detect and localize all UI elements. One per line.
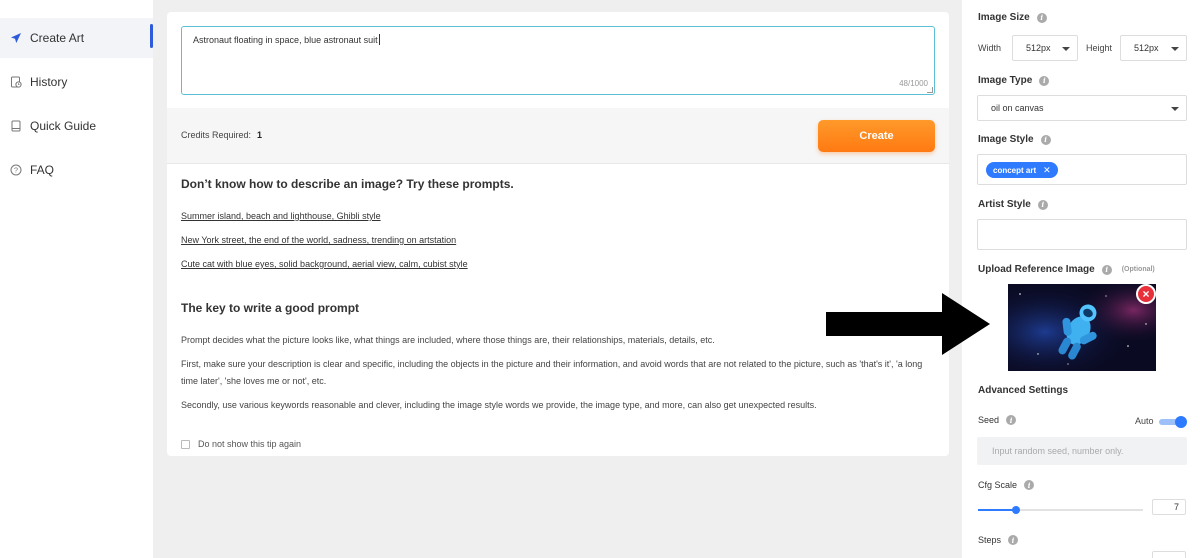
artist-style-field[interactable] [977,219,1187,250]
credits-label: Credits Required: [181,130,252,140]
advanced-settings-label: Advanced Settings [978,385,1069,396]
cfg-scale-input[interactable] [1152,499,1186,515]
sidebar-item-label: Quick Guide [30,119,97,133]
image-size-label: Image Size i [978,12,1047,23]
seed-input[interactable] [977,437,1187,465]
info-icon[interactable]: i [1036,12,1047,23]
tag-remove-icon[interactable]: ✕ [1043,165,1051,176]
info-icon[interactable]: i [1040,134,1051,145]
image-style-label: Image Style i [978,134,1051,145]
sidebar-item-create-art[interactable]: Create Art [0,18,153,58]
tip-paragraph: First, make sure your description is cle… [181,359,923,386]
main-panel: Astronaut floating in space, blue astron… [167,12,949,456]
remove-image-icon[interactable]: × [1136,284,1156,304]
info-icon[interactable]: i [1008,535,1019,545]
cfg-scale-slider[interactable] [978,505,1143,515]
create-button[interactable]: Create [818,120,935,152]
send-icon [9,32,22,45]
sidebar-item-faq[interactable]: ? FAQ [0,150,153,190]
upload-reference-label: Upload Reference Image i (Optional) [978,264,1155,275]
tip-paragraph: Prompt decides what the picture looks li… [181,335,715,345]
width-select[interactable]: 512px [1012,35,1078,61]
height-select[interactable]: 512px [1120,35,1187,61]
steps-label: Steps i [978,535,1019,545]
prompt-textarea[interactable]: Astronaut floating in space, blue astron… [181,26,935,95]
width-label: Width [978,43,1002,53]
sidebar-item-label: History [30,75,68,89]
tip-paragraph: Secondly, use various keywords reasonabl… [181,400,817,410]
key-heading: The key to write a good prompt [181,301,360,315]
astronaut-image [1008,284,1156,371]
auto-label: Auto [1135,416,1154,426]
seed-auto-toggle[interactable] [1159,416,1187,428]
reference-image-thumbnail[interactable] [1008,284,1156,371]
chevron-down-icon [1062,47,1070,51]
seed-label: Seed i [978,415,1017,425]
info-icon[interactable]: i [1037,199,1048,210]
chevron-down-icon [1171,47,1179,51]
sidebar-item-history[interactable]: History [0,62,153,102]
sidebar-item-quick-guide[interactable]: Quick Guide [0,106,153,146]
question-icon: ? [9,164,22,177]
image-style-field[interactable]: concept art ✕ [977,154,1187,185]
arrow-annotation [826,293,990,355]
optional-label: (Optional) [1121,266,1155,273]
book-icon [9,120,22,133]
credits-bar: Credits Required: 1 Create [167,108,949,164]
chevron-down-icon [1171,107,1179,111]
slider-fill [978,509,1016,511]
info-icon[interactable]: i [1101,264,1112,275]
resize-handle[interactable] [927,87,933,93]
sidebar-item-label: FAQ [30,163,55,177]
tips-heading: Don’t know how to describe an image? Try… [181,177,514,191]
steps-input[interactable] [1152,551,1186,558]
image-type-select[interactable]: oil on canvas [977,95,1187,121]
image-type-label: Image Type i [978,75,1050,86]
do-not-show-checkbox[interactable]: Do not show this tip again [181,439,301,449]
style-tag: concept art ✕ [986,162,1058,178]
sidebar: Create Art History Quick Guide ? FAQ [0,0,153,558]
svg-text:?: ? [13,166,17,175]
credits-value: 1 [257,130,263,140]
height-label: Height [1086,43,1113,53]
sidebar-item-label: Create Art [30,31,85,45]
checkbox-label: Do not show this tip again [198,439,302,449]
info-icon[interactable]: i [1024,480,1035,490]
checkbox-box[interactable] [181,439,190,449]
artist-style-label: Artist Style i [978,199,1048,210]
slider-handle[interactable] [1011,506,1020,514]
image-type-value: oil on canvas [991,103,1044,113]
prompt-char-count: 48/1000 [899,79,928,88]
info-icon[interactable]: i [1006,415,1017,425]
example-prompt-link[interactable]: New York street, the end of the world, s… [181,235,456,245]
toggle-knob [1175,416,1187,428]
history-icon [9,76,22,89]
height-value: 512px [1134,43,1159,53]
width-value: 512px [1026,43,1051,53]
cfg-scale-label: Cfg Scale i [978,480,1035,490]
text-caret [378,34,380,45]
settings-panel: Image Size i Width 512px Height 512px Im… [962,0,1200,558]
prompt-value: Astronaut floating in space, blue astron… [193,35,378,45]
example-prompt-link[interactable]: Cute cat with blue eyes, solid backgroun… [181,259,468,269]
example-prompt-link[interactable]: Summer island, beach and lighthouse, Ghi… [181,211,381,221]
info-icon[interactable]: i [1039,75,1050,86]
style-tag-label: concept art [993,165,1037,175]
